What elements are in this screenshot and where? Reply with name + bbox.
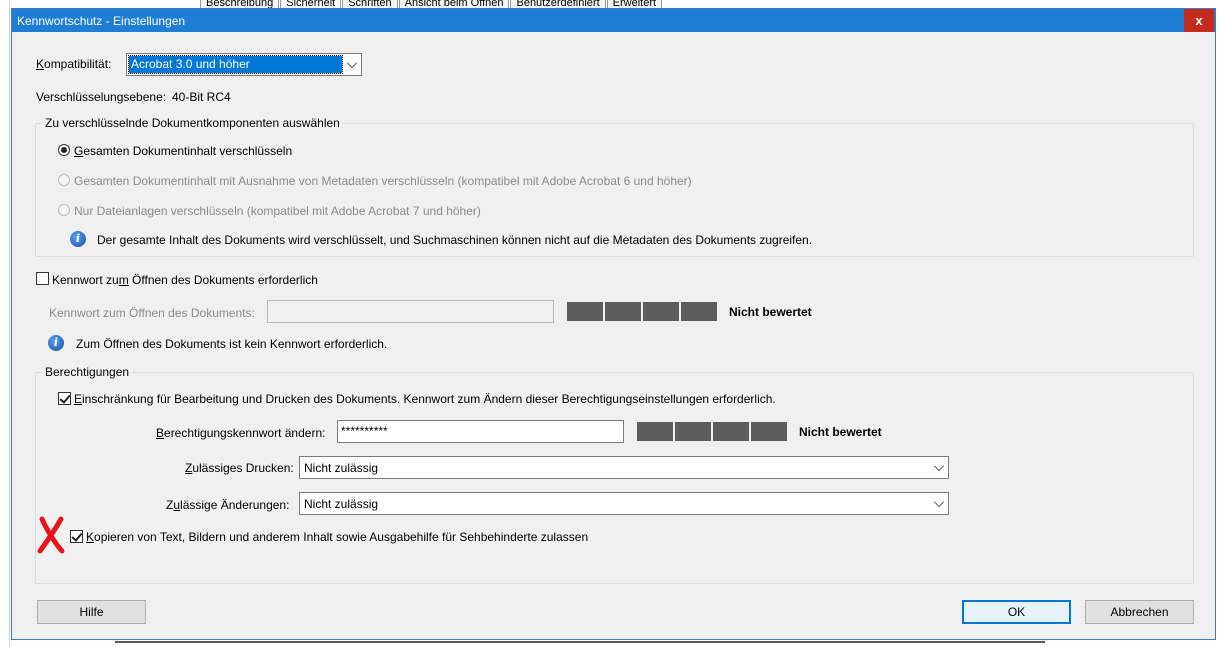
strength-segment	[605, 302, 641, 321]
encryption-level-label: Verschlüsselungsebene:	[36, 90, 167, 104]
radio-encrypt-all[interactable]	[58, 144, 70, 156]
background-window-right-edge	[1216, 0, 1224, 647]
printing-allowed-label: Zulässiges Drucken:	[185, 461, 294, 475]
compatibility-select-value: Acrobat 3.0 und höher	[128, 55, 343, 74]
allow-copy-checkbox[interactable]	[70, 530, 83, 543]
changes-allowed-select[interactable]: Nicht zulässig	[299, 492, 949, 515]
permissions-password-label: Berechtigungskennwort ändern:	[156, 426, 325, 440]
dialog-title: Kennwortschutz - Einstellungen	[17, 14, 186, 28]
chevron-down-icon	[934, 461, 944, 471]
strength-segment	[567, 302, 603, 321]
open-password-checkbox-label[interactable]: Kennwort zum Öffnen des Dokuments erford…	[52, 273, 318, 287]
radio-encrypt-all-label[interactable]: Gesamten Dokumentinhalt verschlüsseln	[74, 144, 292, 158]
open-password-label-rest: Öffnen des Dokuments erforderlich	[128, 273, 318, 287]
radio-encrypt-except-metadata-label[interactable]: Gesamten Dokumentinhalt mit Ausnahme von…	[74, 174, 692, 188]
open-password-rating: Nicht bewertet	[729, 305, 812, 319]
radio-encrypt-attachments-label[interactable]: Nur Dateianlagen verschlüsseln (kompatib…	[74, 204, 481, 218]
help-button[interactable]: Hilfe	[37, 600, 146, 624]
chevron-down-icon	[347, 58, 357, 68]
open-password-field-label: Kennwort zum Öffnen des Dokuments:	[49, 306, 255, 320]
permissions-password-accesskey: B	[156, 426, 165, 440]
printing-allowed-select[interactable]: Nicht zulässig	[299, 456, 949, 479]
permissions-password-rating: Nicht bewertet	[799, 425, 882, 439]
permissions-password-strength-meter	[637, 422, 789, 441]
strength-segment	[751, 422, 787, 441]
strength-segment	[643, 302, 679, 321]
password-security-dialog: Kennwortschutz - Einstellungen x Kompati…	[11, 8, 1216, 640]
info-icon: i	[70, 231, 86, 247]
compatibility-label: Kompatibilität:	[36, 57, 111, 71]
open-password-input[interactable]	[267, 300, 554, 323]
permissions-password-label-text: erechtigungskennwort ändern:	[164, 426, 326, 440]
radio-encrypt-all-accesskey: G	[74, 144, 84, 158]
close-button[interactable]: x	[1184, 9, 1214, 32]
strength-segment	[681, 302, 717, 321]
permissions-group-legend: Berechtigungen	[42, 365, 133, 379]
printing-allowed-label-text: ulässiges Drucken:	[192, 461, 294, 475]
radio-encrypt-except-metadata[interactable]	[58, 174, 70, 186]
compatibility-label-text: ompatibilität:	[44, 57, 112, 71]
restrict-editing-accesskey: E	[74, 392, 83, 406]
radio-encrypt-attachments[interactable]	[58, 204, 70, 216]
radio-encrypt-all-text: esamten Dokumentinhalt verschlüsseln	[83, 144, 293, 158]
changes-allowed-label: Zulässige Änderungen:	[166, 498, 289, 512]
components-group-legend: Zu verschlüsselnde Dokumentkomponenten a…	[42, 116, 343, 130]
background-window-left-edge	[0, 0, 10, 647]
allow-copy-text: opieren von Text, Bildern und anderem In…	[94, 530, 589, 544]
ok-button[interactable]: OK	[962, 600, 1071, 624]
allow-copy-accesskey: K	[86, 530, 95, 544]
title-bar[interactable]: Kennwortschutz - Einstellungen x	[12, 9, 1215, 32]
restrict-editing-checkbox[interactable]	[58, 392, 71, 405]
permissions-password-value: **********	[341, 424, 388, 438]
cancel-button[interactable]: Abbrechen	[1085, 600, 1194, 624]
open-password-strength-meter	[567, 302, 719, 321]
open-password-label-text: Kennwort zu	[52, 273, 119, 287]
restrict-editing-text: inschränkung für Bearbeitung und Drucken…	[82, 392, 776, 406]
permissions-password-input[interactable]: **********	[337, 420, 624, 443]
printing-allowed-value: Nicht zulässig	[304, 461, 379, 475]
chevron-down-icon	[934, 497, 944, 507]
compatibility-select[interactable]: Acrobat 3.0 und höher	[126, 53, 362, 76]
changes-allowed-label-text: lässige Änderungen:	[180, 498, 290, 512]
info-icon: i	[48, 335, 64, 351]
background-window-bottom-line	[115, 641, 1045, 643]
strength-segment	[637, 422, 673, 441]
red-cross-annotation-icon	[37, 516, 65, 554]
encryption-level-value: 40-Bit RC4	[172, 90, 231, 104]
components-info-text: Der gesamte Inhalt des Dokuments wird ve…	[97, 233, 813, 247]
changes-allowed-value: Nicht zulässig	[304, 497, 379, 511]
open-password-checkbox[interactable]	[36, 272, 49, 285]
open-password-accesskey: m	[118, 273, 129, 287]
strength-segment	[675, 422, 711, 441]
restrict-editing-label[interactable]: Einschränkung für Bearbeitung und Drucke…	[74, 392, 776, 406]
strength-segment	[713, 422, 749, 441]
open-password-info-text: Zum Öffnen des Dokuments ist kein Kennwo…	[76, 337, 388, 351]
compatibility-label-accesskey: K	[36, 57, 45, 71]
allow-copy-label[interactable]: Kopieren von Text, Bildern und anderem I…	[86, 530, 588, 544]
